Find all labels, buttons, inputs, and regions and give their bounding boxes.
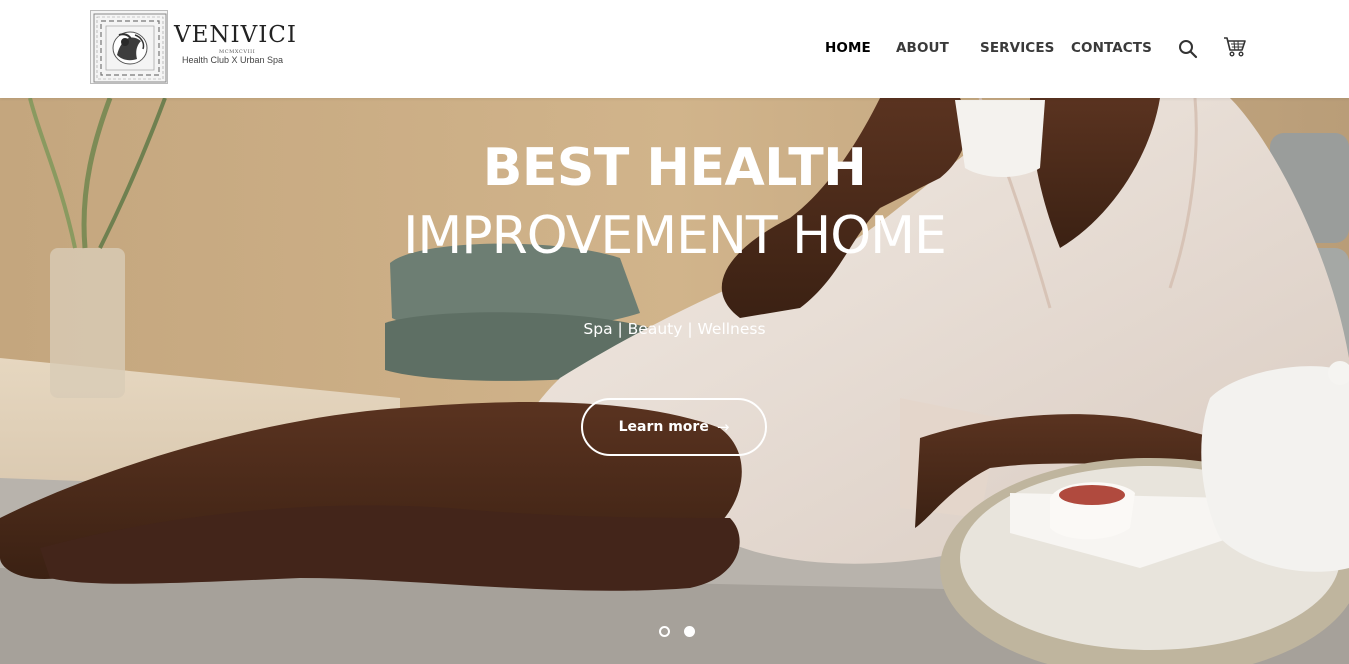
nav-services[interactable]: SERVICES xyxy=(980,40,1054,56)
cart-button[interactable] xyxy=(1223,36,1247,58)
nav-home[interactable]: HOME xyxy=(825,40,871,56)
logo-emblem-icon xyxy=(90,10,168,84)
logo-tagline: Health Club X Urban Spa xyxy=(182,55,284,65)
cart-icon xyxy=(1224,37,1246,57)
learn-more-button[interactable]: Learn more → xyxy=(581,398,767,456)
hero-slider: BEST HEALTH IMPROVEMENT HOME Spa | Beaut… xyxy=(0,98,1349,664)
slider-dot-1[interactable] xyxy=(659,626,670,637)
learn-more-label: Learn more xyxy=(618,419,709,435)
slider-dot-2-active[interactable] xyxy=(684,626,695,637)
logo[interactable]: VENIVICI MCMXCVIII Health Club X Urban S… xyxy=(90,10,300,84)
nav-contacts[interactable]: CONTACTS xyxy=(1071,40,1152,56)
hero-subtitle: Spa | Beauty | Wellness xyxy=(583,320,766,338)
hero-title-line1: BEST HEALTH xyxy=(482,138,867,198)
nav-about[interactable]: ABOUT xyxy=(896,40,949,56)
search-button[interactable] xyxy=(1178,39,1198,59)
logo-name: VENIVICI xyxy=(174,22,297,48)
arrow-right-icon: → xyxy=(716,418,730,436)
site-header: VENIVICI MCMXCVIII Health Club X Urban S… xyxy=(0,0,1349,98)
search-icon xyxy=(1179,40,1198,59)
hero-title-line2: IMPROVEMENT HOME xyxy=(403,206,947,266)
